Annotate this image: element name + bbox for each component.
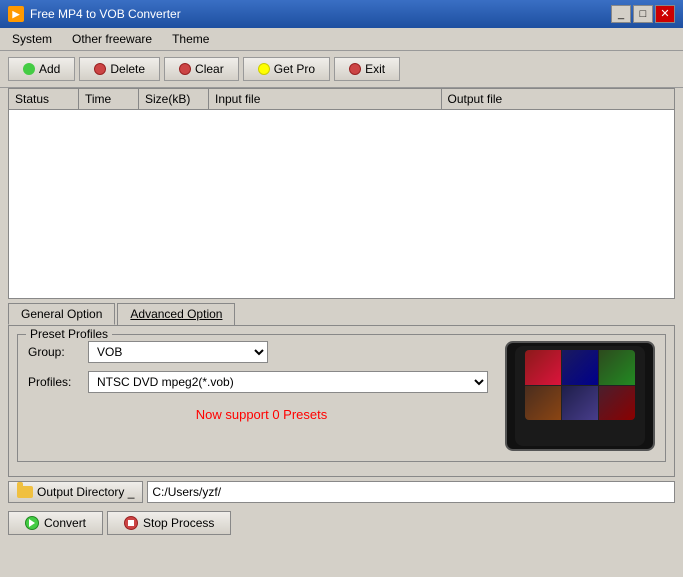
file-table-header: Status Time Size(kB) Input file Output f… <box>8 88 675 109</box>
window-title: Free MP4 to VOB Converter <box>30 7 609 21</box>
options-area: General Option Advanced Option <box>0 299 683 325</box>
options-tabs: General Option Advanced Option <box>8 303 675 325</box>
convert-icon <box>25 516 39 530</box>
menu-other-freeware[interactable]: Other freeware <box>64 30 160 48</box>
preset-profiles-group: Preset Profiles Group: VOB Profiles: NTS… <box>17 334 666 462</box>
clear-icon <box>179 63 191 75</box>
profiles-label: Profiles: <box>28 375 88 389</box>
movie-cell-5 <box>562 386 598 421</box>
minimize-button[interactable]: _ <box>611 5 631 23</box>
options-panel: Preset Profiles Group: VOB Profiles: NTS… <box>8 325 675 477</box>
stop-square <box>128 520 134 526</box>
maximize-button[interactable]: □ <box>633 5 653 23</box>
col-time: Time <box>79 89 139 109</box>
close-button[interactable]: ✕ <box>655 5 675 23</box>
delete-icon <box>94 63 106 75</box>
profiles-row: Profiles: NTSC DVD mpeg2(*.vob) <box>28 371 495 393</box>
col-size: Size(kB) <box>139 89 209 109</box>
col-input: Input file <box>209 89 442 109</box>
title-bar: ▶ Free MP4 to VOB Converter _ □ ✕ <box>0 0 683 28</box>
profiles-select[interactable]: NTSC DVD mpeg2(*.vob) <box>88 371 488 393</box>
movie-cell-2 <box>562 350 598 385</box>
exit-icon <box>349 63 361 75</box>
preset-profiles-label: Preset Profiles <box>26 327 112 341</box>
col-status: Status <box>9 89 79 109</box>
group-select[interactable]: VOB <box>88 341 268 363</box>
file-table-body <box>8 109 675 299</box>
output-directory-button[interactable]: Output Directory _ <box>8 481 143 503</box>
folder-icon <box>17 486 33 498</box>
convert-button[interactable]: Convert <box>8 511 103 535</box>
output-path-input[interactable] <box>147 481 675 503</box>
movie-cell-1 <box>525 350 561 385</box>
tab-advanced[interactable]: Advanced Option <box>117 303 235 325</box>
add-button[interactable]: Add <box>8 57 75 81</box>
exit-button[interactable]: Exit <box>334 57 400 81</box>
delete-button[interactable]: Delete <box>79 57 160 81</box>
device-screen <box>525 350 635 420</box>
group-row: Group: VOB <box>28 341 495 363</box>
add-icon <box>23 63 35 75</box>
app-icon: ▶ <box>8 6 24 22</box>
preset-fields: Group: VOB Profiles: NTSC DVD mpeg2(*.vo… <box>28 341 495 451</box>
bottom-bar: Convert Stop Process <box>0 507 683 539</box>
device-image <box>505 341 655 451</box>
stop-icon <box>124 516 138 530</box>
file-list-wrapper: Status Time Size(kB) Input file Output f… <box>8 88 675 299</box>
getpro-icon <box>258 63 270 75</box>
preset-inner: Group: VOB Profiles: NTSC DVD mpeg2(*.vo… <box>28 341 655 451</box>
toolbar: Add Delete Clear Get Pro Exit <box>0 51 683 88</box>
tab-general[interactable]: General Option <box>8 303 115 325</box>
menu-theme[interactable]: Theme <box>164 30 217 48</box>
group-label: Group: <box>28 345 88 359</box>
support-text: Now support 0 Presets <box>28 401 495 424</box>
stop-process-button[interactable]: Stop Process <box>107 511 231 535</box>
menu-system[interactable]: System <box>4 30 60 48</box>
getpro-button[interactable]: Get Pro <box>243 57 330 81</box>
movie-cell-3 <box>599 350 635 385</box>
movie-cell-6 <box>599 386 635 421</box>
clear-button[interactable]: Clear <box>164 57 239 81</box>
ipod-device <box>515 346 645 446</box>
movie-cell-4 <box>525 386 561 421</box>
play-triangle <box>29 519 35 527</box>
movie-collage <box>525 350 635 420</box>
menu-bar: System Other freeware Theme <box>0 28 683 51</box>
col-output: Output file <box>442 89 675 109</box>
output-area: Output Directory _ <box>0 477 683 507</box>
